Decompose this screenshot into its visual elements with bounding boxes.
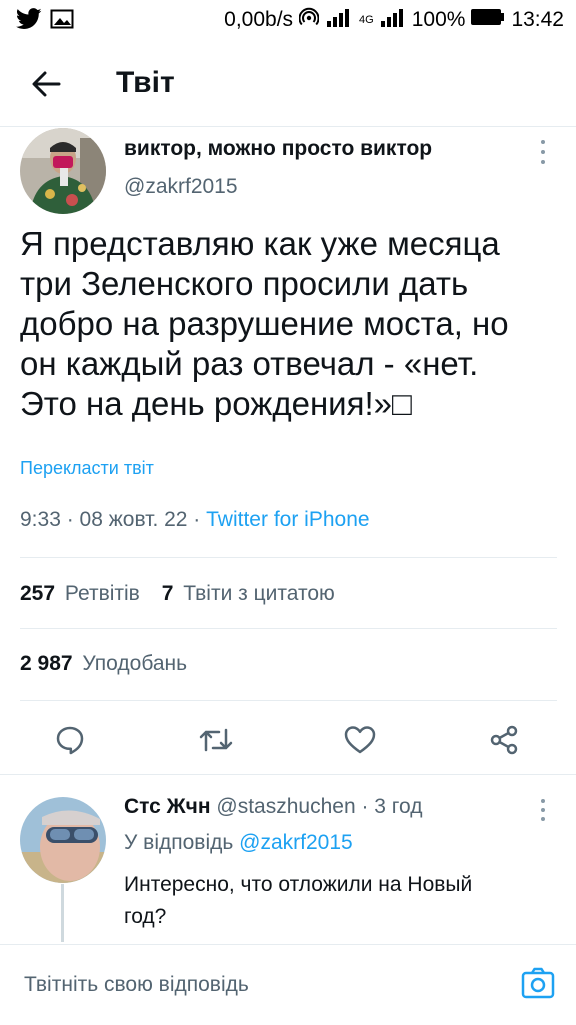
reply-to-mention[interactable]: @zakrf2015 [239, 831, 353, 854]
reply-composer: Твітніть свою відповідь [0, 944, 576, 1025]
signal-icon [380, 7, 406, 33]
reply-input[interactable]: Твітніть свою відповідь [24, 973, 249, 997]
reply-icon [56, 726, 84, 755]
battery-level: 100% [411, 8, 466, 31]
like-button[interactable] [340, 720, 380, 760]
clock: 13:42 [511, 8, 564, 31]
thread-line [61, 884, 64, 942]
reply-author-name[interactable]: Стс Жчн [124, 795, 211, 818]
status-bar: 0,00b/s 4G 100% 13:42 [0, 0, 576, 40]
reply-text: Интересно, что отложили на Новый год? [124, 869, 544, 933]
divider [20, 628, 557, 629]
likes-count: 2 987 [20, 652, 73, 675]
quotes-label: Твіти з цитатою [183, 582, 335, 605]
tweet-text-line: три Зеленского просили дать [20, 265, 469, 302]
tweet-source-link[interactable]: Twitter for iPhone [206, 508, 369, 531]
share-icon [490, 725, 518, 755]
divider [20, 557, 557, 558]
heart-icon [344, 726, 376, 754]
tweet-text-line: Я представляю как уже месяца [20, 225, 500, 262]
tweet-text: Я представляю как уже месяца три Зеленск… [20, 224, 560, 424]
tweet-text-line: он каждый раз отвечал - «нет. [20, 345, 479, 382]
reply-to-line: У відповідь @zakrf2015 [124, 831, 353, 855]
camera-button[interactable] [520, 965, 556, 1001]
back-button[interactable] [26, 64, 66, 104]
more-icon [541, 799, 545, 803]
reply-author-avatar[interactable] [20, 797, 106, 883]
retweet-icon [199, 728, 233, 752]
reply-author-handle[interactable]: @staszhuchen [216, 795, 355, 818]
reply-text-line: Интересно, что отложили на Новый [124, 873, 473, 896]
tweet-meta: 9:33 · 08 жовт. 22 · Twitter for iPhone [20, 508, 370, 532]
network-speed: 0,00b/s [224, 8, 294, 31]
reply-time: · 3 год [361, 795, 423, 818]
network-type: 4G [359, 14, 374, 26]
share-button[interactable] [484, 720, 524, 760]
hotspot-icon [298, 7, 320, 33]
reply-more-options-button[interactable] [532, 797, 554, 823]
more-icon [541, 140, 545, 144]
reply-text-line: год? [124, 905, 167, 928]
likes-stats[interactable]: 2 987 Уподобань [20, 652, 187, 676]
camera-icon [521, 967, 555, 999]
likes-label: Уподобань [82, 652, 188, 675]
author-avatar[interactable] [20, 128, 106, 214]
retweet-button[interactable] [196, 720, 236, 760]
more-options-button[interactable] [532, 138, 554, 166]
reply-to-label: У відповідь [124, 831, 234, 854]
author-name[interactable]: виктор, можно просто виктор [124, 137, 432, 161]
twitter-icon [15, 8, 42, 36]
top-bar: Твіт [0, 40, 576, 127]
author-handle[interactable]: @zakrf2015 [124, 175, 238, 199]
retweets-label: Ретвітів [64, 582, 140, 605]
translate-link[interactable]: Перекласти твіт [20, 458, 154, 479]
tweet-date: 9:33 · 08 жовт. 22 · [20, 508, 207, 531]
tweet-text-line: Это на день рождения!»□ [20, 385, 412, 422]
tweet-text-line: добро на разрушение моста, но [20, 305, 509, 342]
battery-icon [471, 8, 505, 32]
retweet-stats[interactable]: 257 Ретвітів 7 Твіти з цитатою [20, 582, 335, 606]
reply-header: Стс Жчн @staszhuchen · 3 год [124, 795, 422, 819]
signal-icon [325, 7, 353, 33]
divider [20, 700, 557, 701]
divider [0, 774, 576, 775]
quotes-count: 7 [161, 582, 174, 605]
tweet-actions [0, 710, 576, 768]
image-icon [50, 9, 74, 35]
reply-button[interactable] [50, 720, 90, 760]
arrow-left-icon [32, 71, 61, 97]
page-title: Твіт [116, 66, 175, 99]
retweets-count: 257 [20, 582, 56, 605]
